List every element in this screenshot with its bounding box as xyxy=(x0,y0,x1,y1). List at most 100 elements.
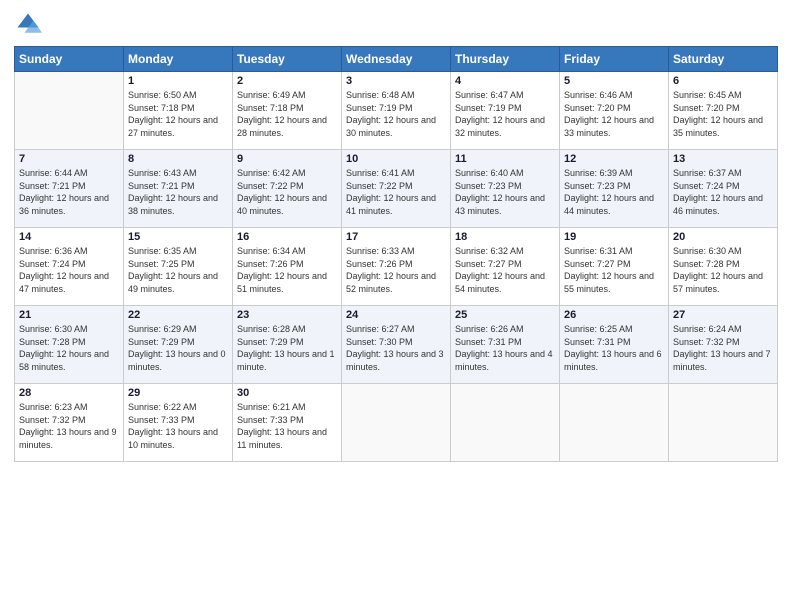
calendar-week-row: 7 Sunrise: 6:44 AMSunset: 7:21 PMDaylight… xyxy=(15,150,778,228)
day-number: 5 xyxy=(564,75,664,87)
calendar-cell: 20 Sunrise: 6:30 AMSunset: 7:28 PMDayligh… xyxy=(669,228,778,306)
day-number: 2 xyxy=(237,75,337,87)
day-info: Sunrise: 6:39 AMSunset: 7:23 PMDaylight:… xyxy=(564,167,664,217)
day-number: 8 xyxy=(128,153,228,165)
calendar-cell: 26 Sunrise: 6:25 AMSunset: 7:31 PMDayligh… xyxy=(560,306,669,384)
day-info: Sunrise: 6:50 AMSunset: 7:18 PMDaylight:… xyxy=(128,89,228,139)
calendar-week-row: 28 Sunrise: 6:23 AMSunset: 7:32 PMDayligh… xyxy=(15,384,778,462)
day-number: 21 xyxy=(19,309,119,321)
day-number: 7 xyxy=(19,153,119,165)
calendar-cell: 13 Sunrise: 6:37 AMSunset: 7:24 PMDayligh… xyxy=(669,150,778,228)
calendar-cell xyxy=(451,384,560,462)
page-header xyxy=(14,10,778,38)
calendar-cell: 16 Sunrise: 6:34 AMSunset: 7:26 PMDayligh… xyxy=(233,228,342,306)
day-info: Sunrise: 6:46 AMSunset: 7:20 PMDaylight:… xyxy=(564,89,664,139)
day-info: Sunrise: 6:23 AMSunset: 7:32 PMDaylight:… xyxy=(19,401,119,451)
day-number: 25 xyxy=(455,309,555,321)
calendar-cell xyxy=(15,72,124,150)
logo xyxy=(14,10,46,38)
calendar-header-row: SundayMondayTuesdayWednesdayThursdayFrid… xyxy=(15,47,778,72)
day-info: Sunrise: 6:40 AMSunset: 7:23 PMDaylight:… xyxy=(455,167,555,217)
day-info: Sunrise: 6:45 AMSunset: 7:20 PMDaylight:… xyxy=(673,89,773,139)
day-info: Sunrise: 6:27 AMSunset: 7:30 PMDaylight:… xyxy=(346,323,446,373)
calendar-cell: 14 Sunrise: 6:36 AMSunset: 7:24 PMDayligh… xyxy=(15,228,124,306)
calendar-cell: 1 Sunrise: 6:50 AMSunset: 7:18 PMDaylight… xyxy=(124,72,233,150)
day-number: 23 xyxy=(237,309,337,321)
calendar-week-row: 1 Sunrise: 6:50 AMSunset: 7:18 PMDaylight… xyxy=(15,72,778,150)
day-info: Sunrise: 6:21 AMSunset: 7:33 PMDaylight:… xyxy=(237,401,337,451)
day-info: Sunrise: 6:47 AMSunset: 7:19 PMDaylight:… xyxy=(455,89,555,139)
day-number: 11 xyxy=(455,153,555,165)
day-number: 27 xyxy=(673,309,773,321)
day-info: Sunrise: 6:43 AMSunset: 7:21 PMDaylight:… xyxy=(128,167,228,217)
calendar-cell: 17 Sunrise: 6:33 AMSunset: 7:26 PMDayligh… xyxy=(342,228,451,306)
calendar-cell: 24 Sunrise: 6:27 AMSunset: 7:30 PMDayligh… xyxy=(342,306,451,384)
day-number: 12 xyxy=(564,153,664,165)
day-number: 16 xyxy=(237,231,337,243)
day-info: Sunrise: 6:48 AMSunset: 7:19 PMDaylight:… xyxy=(346,89,446,139)
day-number: 24 xyxy=(346,309,446,321)
calendar-cell: 28 Sunrise: 6:23 AMSunset: 7:32 PMDayligh… xyxy=(15,384,124,462)
day-info: Sunrise: 6:24 AMSunset: 7:32 PMDaylight:… xyxy=(673,323,773,373)
calendar-cell: 23Sunrise: 6:28 AMSunset: 7:29 PMDayligh… xyxy=(233,306,342,384)
weekday-header: Friday xyxy=(560,47,669,72)
weekday-header: Tuesday xyxy=(233,47,342,72)
day-number: 26 xyxy=(564,309,664,321)
calendar-cell: 7 Sunrise: 6:44 AMSunset: 7:21 PMDaylight… xyxy=(15,150,124,228)
calendar-cell: 9Sunrise: 6:42 AMSunset: 7:22 PMDaylight… xyxy=(233,150,342,228)
calendar-cell xyxy=(342,384,451,462)
day-info: Sunrise: 6:30 AMSunset: 7:28 PMDaylight:… xyxy=(673,245,773,295)
day-number: 22 xyxy=(128,309,228,321)
weekday-header: Thursday xyxy=(451,47,560,72)
day-number: 6 xyxy=(673,75,773,87)
weekday-header: Sunday xyxy=(15,47,124,72)
day-info: Sunrise: 6:33 AMSunset: 7:26 PMDaylight:… xyxy=(346,245,446,295)
weekday-header: Saturday xyxy=(669,47,778,72)
day-number: 4 xyxy=(455,75,555,87)
calendar-cell: 19Sunrise: 6:31 AMSunset: 7:27 PMDayligh… xyxy=(560,228,669,306)
day-number: 20 xyxy=(673,231,773,243)
day-number: 1 xyxy=(128,75,228,87)
calendar-table: SundayMondayTuesdayWednesdayThursdayFrid… xyxy=(14,46,778,462)
logo-icon xyxy=(14,10,42,38)
day-info: Sunrise: 6:49 AMSunset: 7:18 PMDaylight:… xyxy=(237,89,337,139)
day-info: Sunrise: 6:29 AMSunset: 7:29 PMDaylight:… xyxy=(128,323,228,373)
calendar-cell: 21 Sunrise: 6:30 AMSunset: 7:28 PMDayligh… xyxy=(15,306,124,384)
day-number: 18 xyxy=(455,231,555,243)
calendar-cell: 6 Sunrise: 6:45 AMSunset: 7:20 PMDaylight… xyxy=(669,72,778,150)
calendar-week-row: 14 Sunrise: 6:36 AMSunset: 7:24 PMDayligh… xyxy=(15,228,778,306)
day-info: Sunrise: 6:25 AMSunset: 7:31 PMDaylight:… xyxy=(564,323,664,373)
calendar-cell: 5 Sunrise: 6:46 AMSunset: 7:20 PMDaylight… xyxy=(560,72,669,150)
day-number: 14 xyxy=(19,231,119,243)
calendar-cell: 4 Sunrise: 6:47 AMSunset: 7:19 PMDaylight… xyxy=(451,72,560,150)
calendar-cell: 25Sunrise: 6:26 AMSunset: 7:31 PMDayligh… xyxy=(451,306,560,384)
calendar-cell: 30 Sunrise: 6:21 AMSunset: 7:33 PMDayligh… xyxy=(233,384,342,462)
day-number: 30 xyxy=(237,387,337,399)
day-number: 13 xyxy=(673,153,773,165)
calendar-cell: 10Sunrise: 6:41 AMSunset: 7:22 PMDayligh… xyxy=(342,150,451,228)
calendar-cell xyxy=(560,384,669,462)
day-info: Sunrise: 6:42 AMSunset: 7:22 PMDaylight:… xyxy=(237,167,337,217)
day-info: Sunrise: 6:44 AMSunset: 7:21 PMDaylight:… xyxy=(19,167,119,217)
calendar-cell: 22 Sunrise: 6:29 AMSunset: 7:29 PMDayligh… xyxy=(124,306,233,384)
weekday-header: Monday xyxy=(124,47,233,72)
calendar-cell: 27 Sunrise: 6:24 AMSunset: 7:32 PMDayligh… xyxy=(669,306,778,384)
day-info: Sunrise: 6:32 AMSunset: 7:27 PMDaylight:… xyxy=(455,245,555,295)
day-info: Sunrise: 6:37 AMSunset: 7:24 PMDaylight:… xyxy=(673,167,773,217)
day-number: 28 xyxy=(19,387,119,399)
day-info: Sunrise: 6:36 AMSunset: 7:24 PMDaylight:… xyxy=(19,245,119,295)
day-info: Sunrise: 6:30 AMSunset: 7:28 PMDaylight:… xyxy=(19,323,119,373)
day-number: 10 xyxy=(346,153,446,165)
calendar-cell xyxy=(669,384,778,462)
page-container: SundayMondayTuesdayWednesdayThursdayFrid… xyxy=(0,0,792,472)
day-number: 3 xyxy=(346,75,446,87)
calendar-cell: 29Sunrise: 6:22 AMSunset: 7:33 PMDayligh… xyxy=(124,384,233,462)
day-info: Sunrise: 6:34 AMSunset: 7:26 PMDaylight:… xyxy=(237,245,337,295)
calendar-cell: 2 Sunrise: 6:49 AMSunset: 7:18 PMDaylight… xyxy=(233,72,342,150)
day-number: 19 xyxy=(564,231,664,243)
day-info: Sunrise: 6:35 AMSunset: 7:25 PMDaylight:… xyxy=(128,245,228,295)
day-number: 17 xyxy=(346,231,446,243)
day-number: 15 xyxy=(128,231,228,243)
day-info: Sunrise: 6:22 AMSunset: 7:33 PMDaylight:… xyxy=(128,401,228,451)
calendar-cell: 3 Sunrise: 6:48 AMSunset: 7:19 PMDaylight… xyxy=(342,72,451,150)
